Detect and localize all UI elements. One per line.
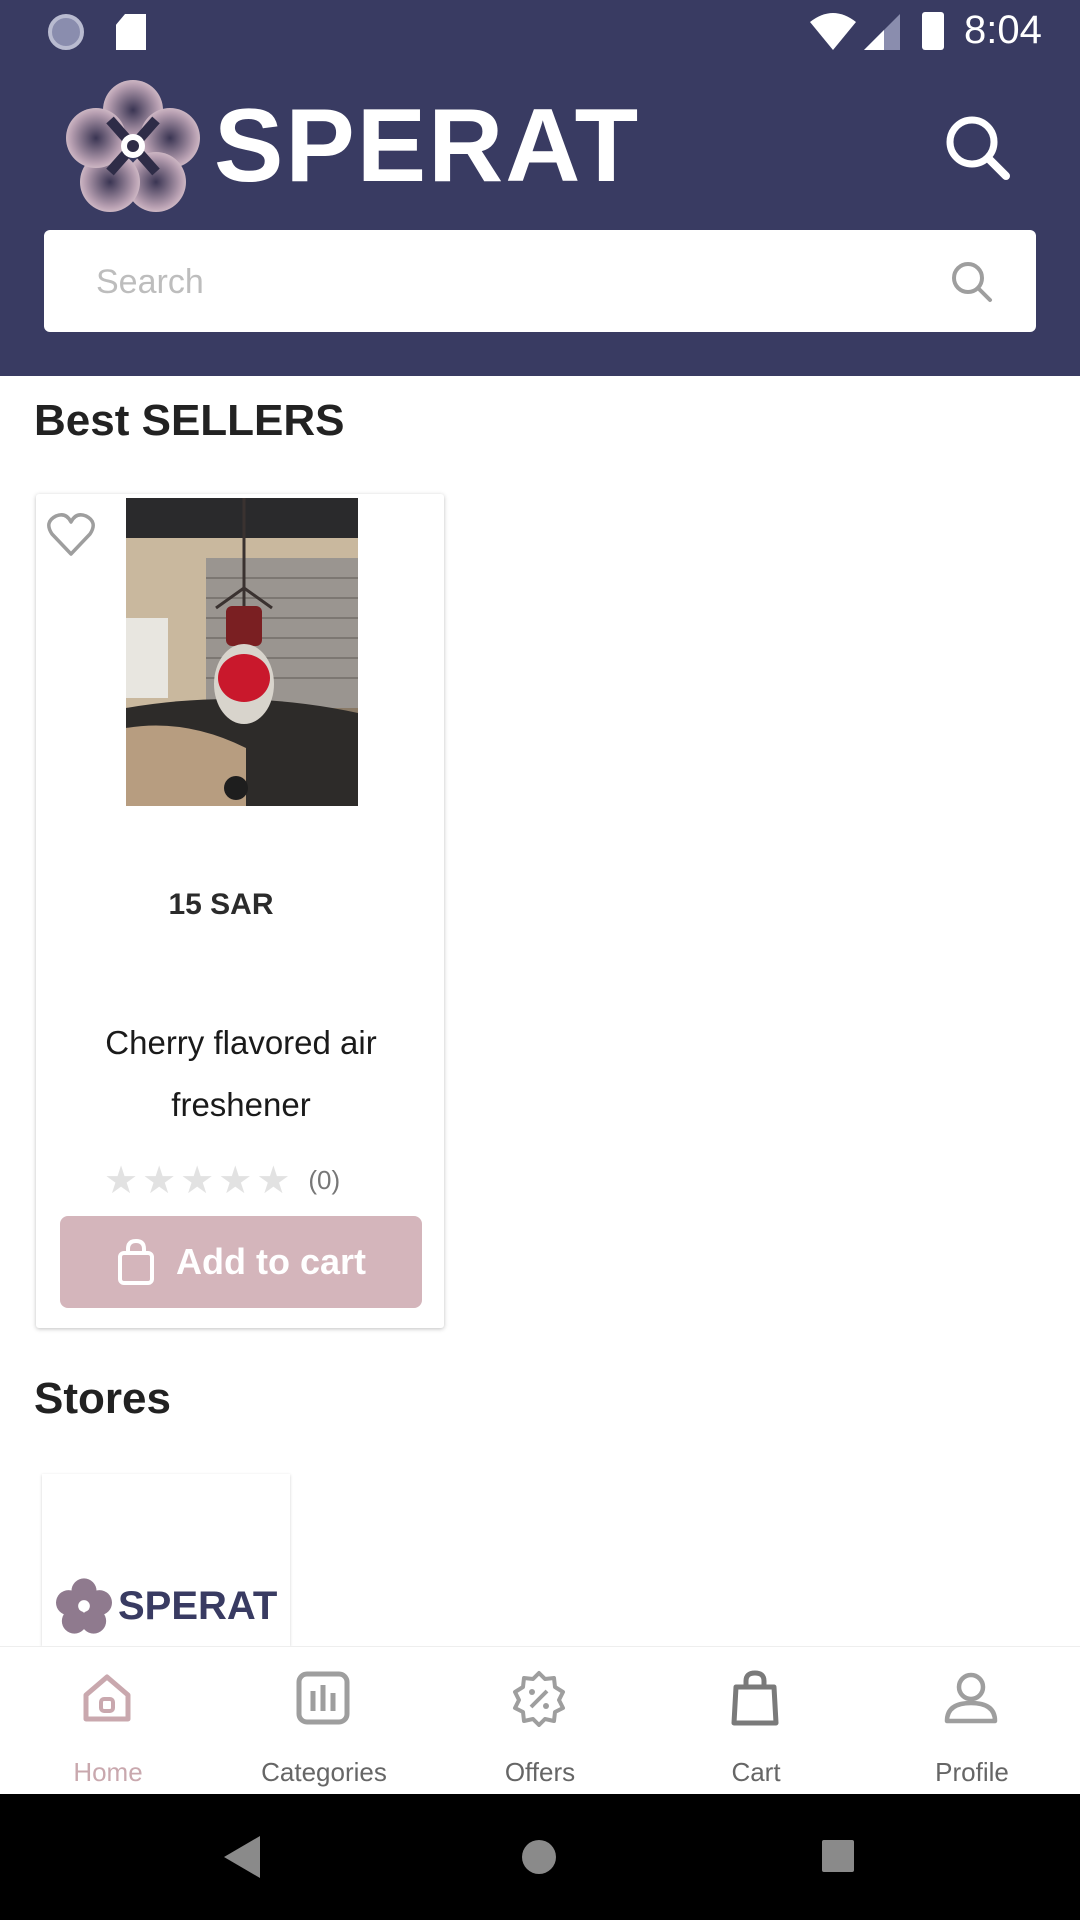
search-icon[interactable] <box>944 114 1012 182</box>
profile-icon <box>944 1672 998 1724</box>
bottom-navigation: Home Categories Offers Cart Profile <box>0 1646 1080 1795</box>
product-price: 15 SAR <box>168 888 274 921</box>
add-to-cart-button[interactable]: Add to cart <box>60 1216 422 1308</box>
product-rating: ★ ★ ★ ★ ★ (0) <box>104 1158 340 1202</box>
nav-profile-label: Profile <box>935 1757 1009 1787</box>
wishlist-heart-icon[interactable] <box>46 512 96 558</box>
stores-title: Stores <box>34 1374 171 1423</box>
nav-home-label: Home <box>73 1757 143 1787</box>
brand-name: SPERAT <box>214 88 641 204</box>
sync-status-icon <box>48 14 84 50</box>
recent-apps-icon[interactable] <box>822 1840 854 1872</box>
nav-categories-label: Categories <box>261 1757 387 1787</box>
product-name[interactable]: Cherry flavored air freshener <box>56 1012 426 1136</box>
star-icon: ★ <box>180 1159 215 1202</box>
shopping-bag-icon <box>117 1239 154 1285</box>
nav-home[interactable]: Home <box>0 1647 216 1795</box>
star-icon: ★ <box>218 1159 253 1202</box>
store-card[interactable]: SPERAT <box>42 1474 290 1646</box>
offers-icon <box>513 1671 565 1727</box>
nav-cart-label: Cart <box>731 1757 781 1787</box>
search-bar[interactable] <box>44 230 1036 334</box>
battery-icon <box>922 12 944 50</box>
flower-logo-icon <box>66 80 200 212</box>
home-button-icon[interactable] <box>522 1840 556 1874</box>
brand-logo: SPERAT <box>66 80 638 212</box>
status-bar: 8:04 <box>0 0 1080 64</box>
home-icon <box>83 1674 131 1722</box>
star-icon: ★ <box>256 1159 291 1202</box>
product-card[interactable]: 15 SAR Cherry flavored air freshener ★ ★… <box>36 494 444 1328</box>
store-logo: SPERAT <box>56 1578 286 1638</box>
star-icon: ★ <box>142 1159 177 1202</box>
wifi-icon <box>810 13 856 50</box>
status-time: 8:04 <box>964 8 1042 52</box>
system-navigation-bar <box>0 1794 1080 1920</box>
sd-card-icon <box>116 14 146 50</box>
signal-icon <box>864 14 900 50</box>
nav-offers[interactable]: Offers <box>432 1647 648 1795</box>
flower-logo-icon <box>56 1578 112 1634</box>
nav-offers-label: Offers <box>504 1757 576 1787</box>
best-sellers-title: Best SELLERS <box>34 396 345 445</box>
back-icon[interactable] <box>222 1834 262 1880</box>
store-name: SPERAT <box>118 1584 278 1628</box>
product-image[interactable] <box>126 498 358 806</box>
nav-profile[interactable]: Profile <box>864 1647 1080 1795</box>
nav-cart[interactable]: Cart <box>648 1647 864 1795</box>
nav-categories[interactable]: Categories <box>216 1647 432 1795</box>
search-input[interactable] <box>94 230 918 334</box>
search-field-icon[interactable] <box>950 260 994 304</box>
categories-icon <box>296 1671 350 1725</box>
add-to-cart-label: Add to cart <box>175 1241 366 1282</box>
cart-icon <box>731 1670 779 1726</box>
app-header: 8:04 SPERAT <box>0 0 1080 376</box>
rating-count: (0) <box>308 1164 341 1195</box>
star-icon: ★ <box>104 1159 139 1202</box>
